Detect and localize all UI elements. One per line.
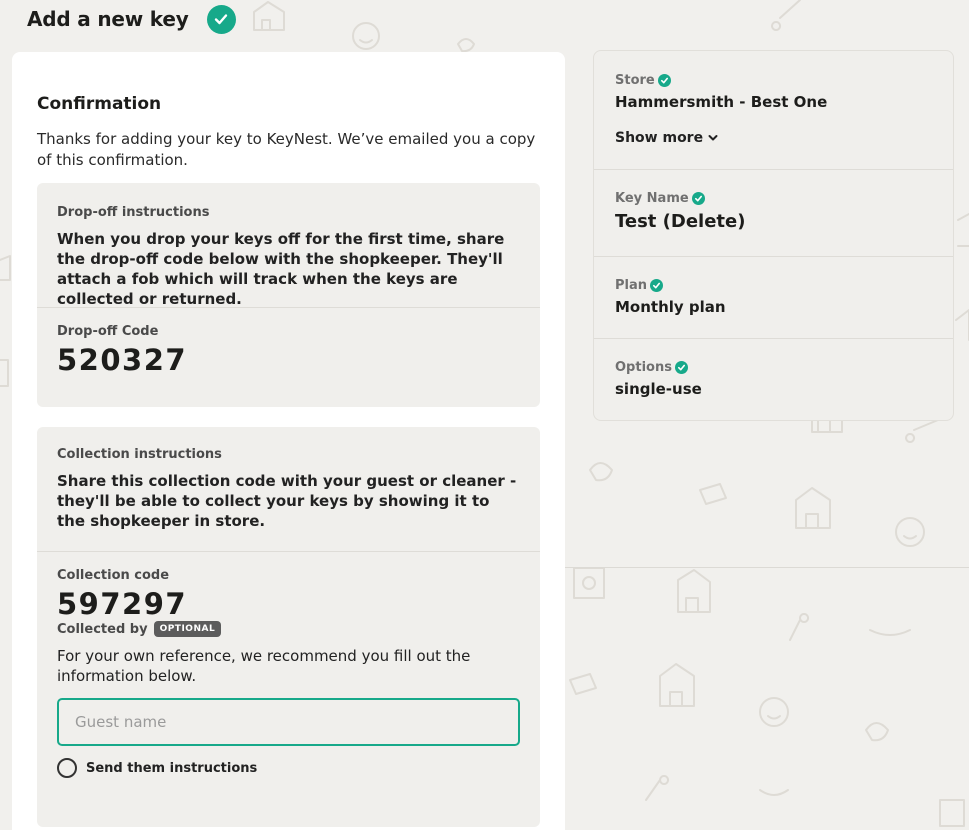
collection-instructions-text: Share this collection code with your gue… — [57, 472, 517, 530]
options-label: Options — [615, 360, 672, 375]
store-label: Store — [615, 73, 655, 88]
key-name-label: Key Name — [615, 191, 689, 206]
plan-label: Plan — [615, 278, 648, 293]
reference-text: For your own reference, we recommend you… — [57, 647, 471, 685]
send-instructions-label: Send them instructions — [86, 760, 258, 776]
summary-key-name: Key Name Test (Delete) — [615, 191, 953, 232]
guest-name-input[interactable] — [57, 698, 520, 746]
summary-plan: Plan Monthly plan — [615, 278, 953, 316]
key-summary-card: Store Hammersmith - Best One Show more K… — [593, 50, 954, 421]
collection-code-label: Collection code — [57, 568, 170, 583]
confirmation-text: Thanks for adding your key to KeyNest. W… — [37, 130, 536, 169]
options-value: single-use — [615, 380, 702, 398]
summary-divider — [594, 169, 953, 170]
check-circle-icon — [657, 74, 671, 87]
plan-value: Monthly plan — [615, 298, 726, 316]
collected-by-label: Collected by — [57, 621, 148, 637]
collection-panel: Collection instructions Share this colle… — [37, 427, 540, 827]
dropoff-instructions-label: Drop-off instructions — [57, 205, 210, 220]
collection-code: 597297 — [57, 587, 188, 621]
summary-store: Store Hammersmith - Best One Show more — [615, 73, 953, 146]
show-more-label: Show more — [615, 130, 704, 146]
send-instructions-option[interactable]: Send them instructions — [57, 758, 520, 778]
dropoff-panel: Drop-off instructions When you drop your… — [37, 183, 540, 407]
dropoff-code: 520327 — [57, 343, 188, 377]
store-value: Hammersmith - Best One — [615, 93, 828, 111]
chevron-down-icon — [708, 135, 718, 141]
show-more-button[interactable]: Show more — [615, 130, 953, 146]
confirmation-card: Confirmation Thanks for adding your key … — [12, 52, 565, 830]
background-divider — [540, 567, 969, 568]
check-circle-icon — [206, 4, 236, 34]
collected-by-row: Collected by OPTIONAL — [57, 621, 520, 637]
summary-divider — [594, 256, 953, 257]
key-name-value: Test (Delete) — [615, 211, 746, 232]
optional-badge: OPTIONAL — [153, 621, 222, 637]
radio-icon[interactable] — [57, 758, 77, 778]
check-circle-icon — [691, 192, 705, 205]
collection-instructions-label: Collection instructions — [57, 447, 222, 462]
page-title: Add a new key — [27, 7, 189, 31]
check-circle-icon — [650, 279, 664, 292]
summary-options: Options single-use — [615, 360, 953, 398]
summary-divider — [594, 338, 953, 339]
confirmation-title: Confirmation — [37, 94, 162, 114]
dropoff-code-label: Drop-off Code — [57, 324, 159, 339]
dropoff-instructions-text: When you drop your keys off for the firs… — [57, 230, 505, 308]
page-header: Add a new key — [27, 4, 236, 34]
check-circle-icon — [674, 361, 688, 374]
